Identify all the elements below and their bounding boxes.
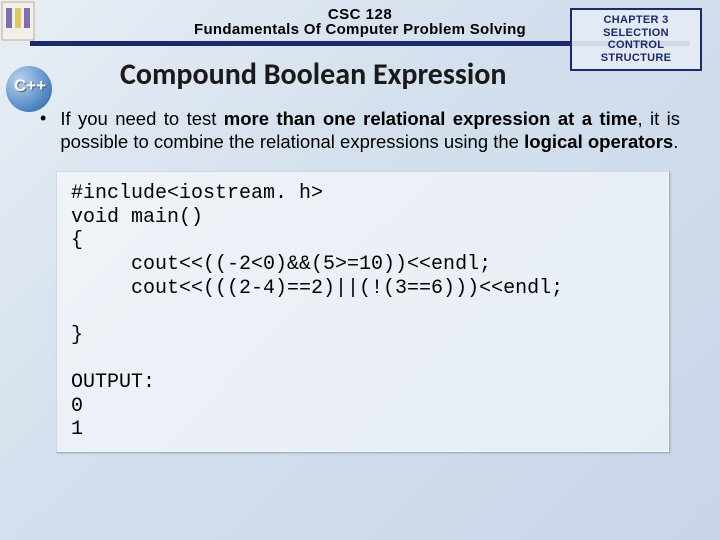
bullet-item: • If you need to test more than one rela… — [40, 107, 680, 153]
chapter-line1: CHAPTER 3 — [574, 14, 698, 27]
chapter-line2: SELECTION CONTROL — [574, 27, 698, 52]
code-block: #include<iostream. h> void main() { cout… — [56, 171, 670, 453]
cpp-logo: C++ — [0, 58, 60, 118]
chapter-box: CHAPTER 3 SELECTION CONTROL STRUCTURE — [570, 8, 702, 71]
bullet-post: . — [673, 131, 678, 152]
bullet-bold2: logical operators — [524, 131, 673, 152]
chapter-line3: STRUCTURE — [574, 52, 698, 65]
bullet-bold1: more than one relational expression at a… — [224, 108, 638, 129]
bullet-text: If you need to test more than one relati… — [60, 107, 680, 153]
bullet-pre: If you need to test — [60, 108, 223, 129]
